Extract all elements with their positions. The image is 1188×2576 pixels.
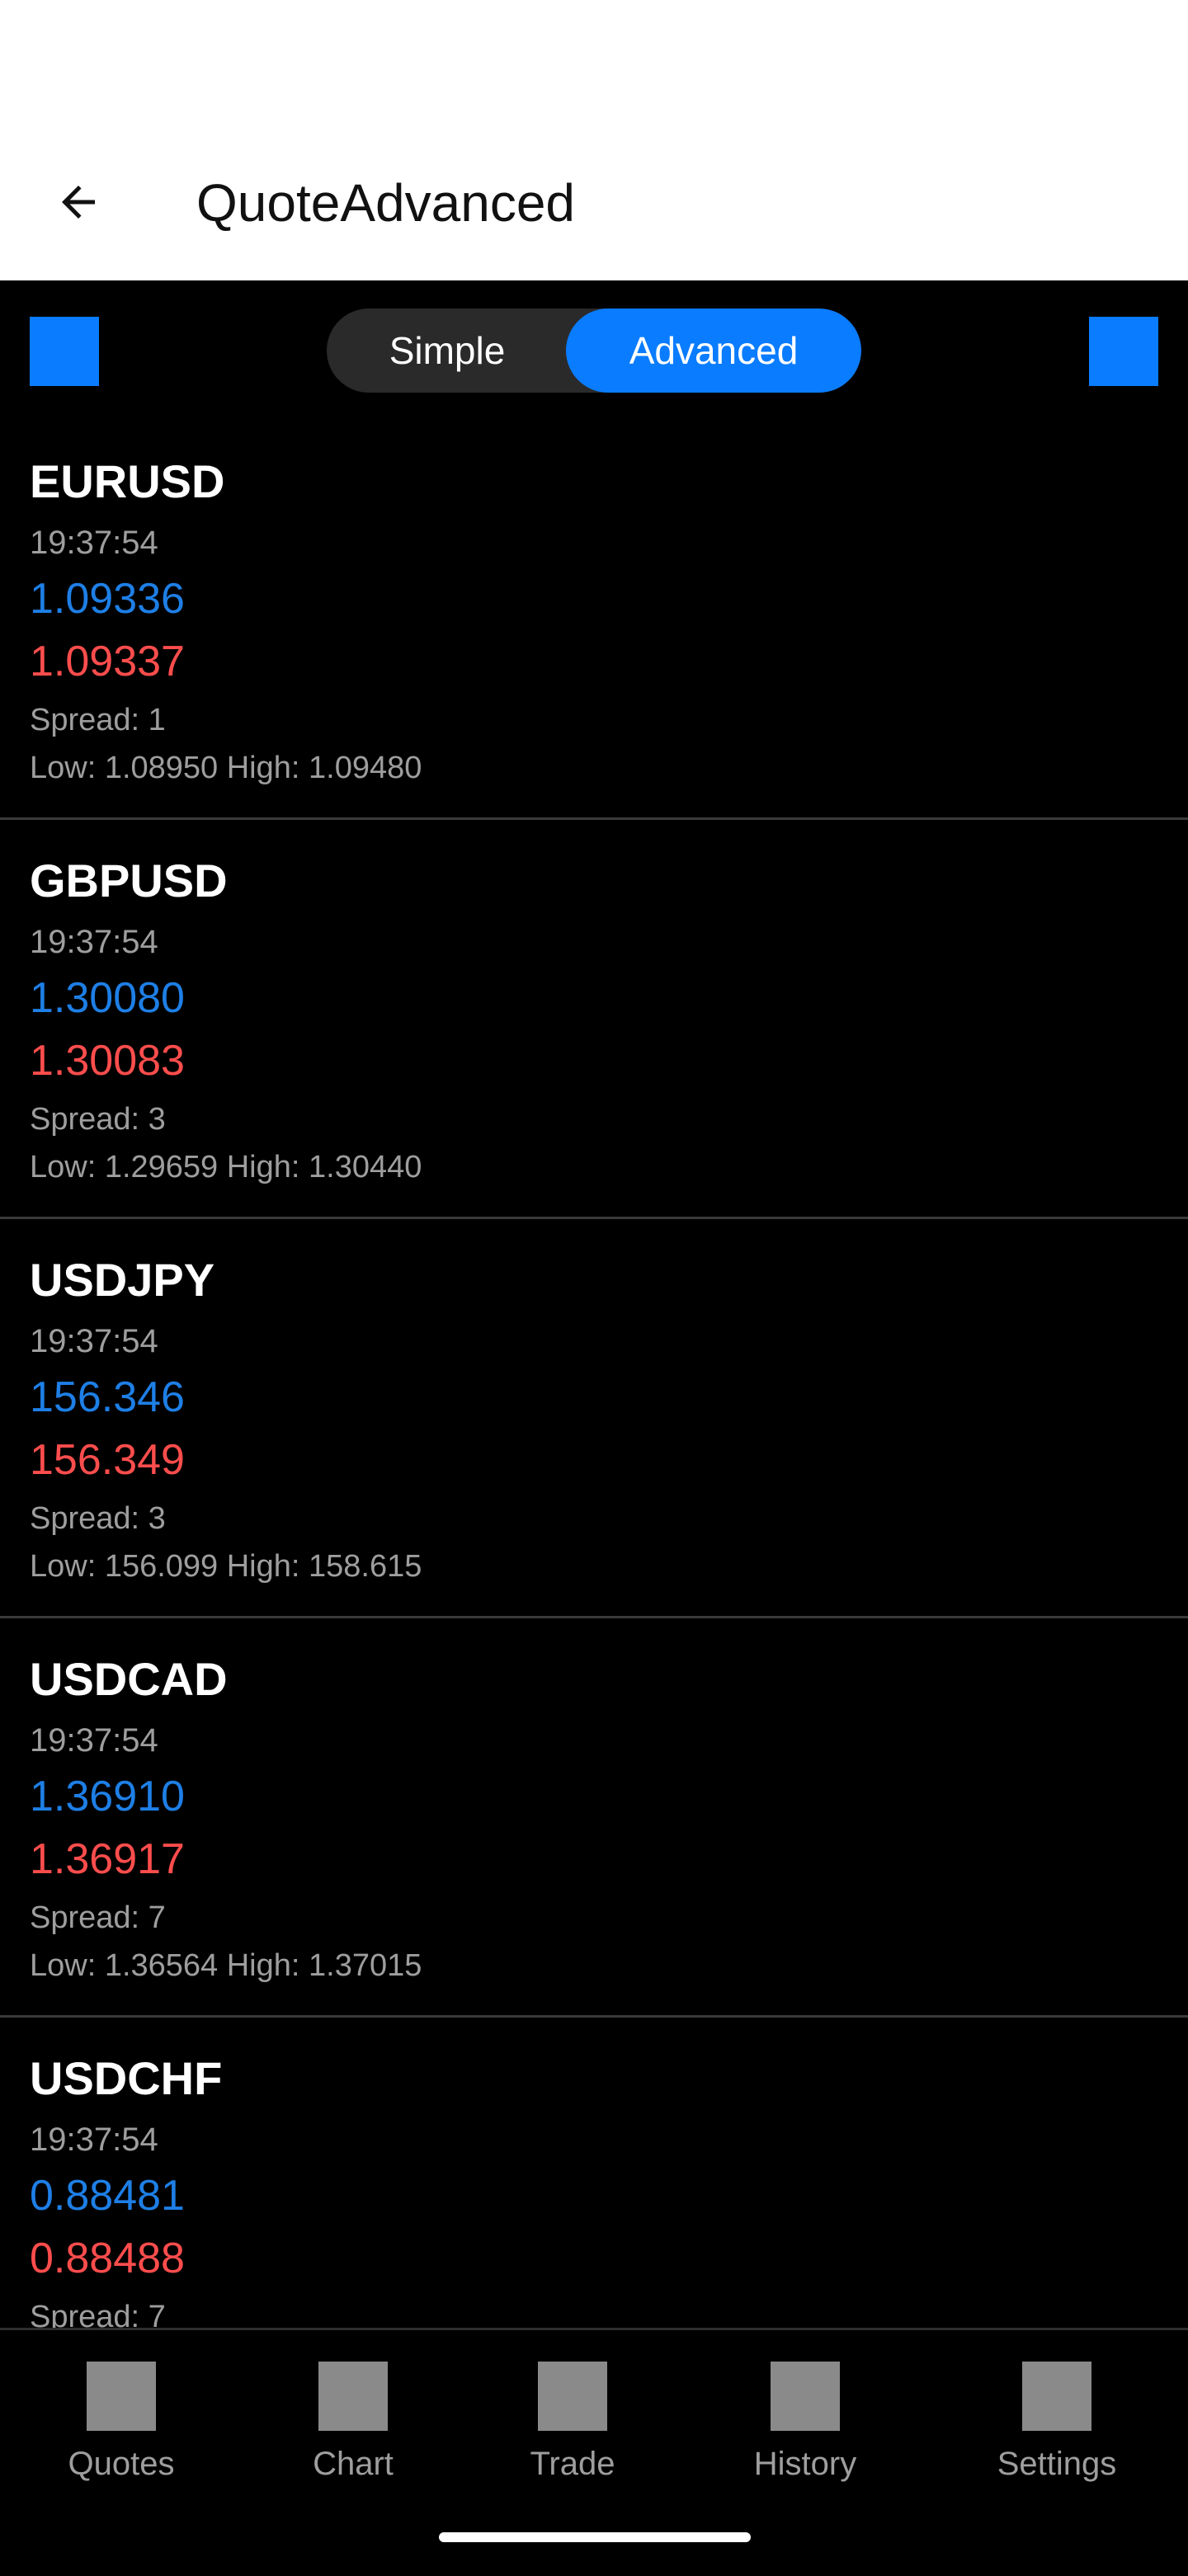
trade-icon <box>538 2362 607 2431</box>
nav-item-quotes[interactable]: Quotes <box>39 2362 204 2502</box>
quote-symbol: GBPUSD <box>30 855 228 907</box>
quote-bid: 1.09336 <box>30 575 185 623</box>
quote-bid: 1.36910 <box>30 1773 185 1820</box>
quote-row[interactable]: USDJPY 19:37:54 156.346 156.349 Spread: … <box>0 1219 1188 1618</box>
segment-advanced[interactable]: Advanced <box>566 308 861 393</box>
quote-range: Low: 1.36564 High: 1.37015 <box>30 1948 422 1983</box>
quote-ask: 1.30083 <box>30 1037 185 1085</box>
quote-row[interactable]: EURUSD 19:37:54 1.09336 1.09337 Spread: … <box>0 421 1188 820</box>
nav-label: Trade <box>530 2446 615 2482</box>
quote-range: Low: 156.099 High: 158.615 <box>30 1549 422 1584</box>
quote-spread: Spread: 7 <box>30 1900 166 1935</box>
nav-label: Quotes <box>68 2446 175 2482</box>
blue-square-icon[interactable] <box>1089 317 1158 386</box>
quote-bid: 156.346 <box>30 1373 185 1421</box>
quote-time: 19:37:54 <box>30 525 158 561</box>
chart-icon <box>318 2362 388 2431</box>
quote-symbol: USDCHF <box>30 2052 223 2104</box>
quote-row[interactable]: GBPUSD 19:37:54 1.30080 1.30083 Spread: … <box>0 820 1188 1219</box>
arrow-left-icon <box>62 186 95 219</box>
nav-item-history[interactable]: History <box>723 2362 888 2502</box>
quote-spread: Spread: 3 <box>30 1102 166 1137</box>
nav-label: Chart <box>313 2446 394 2482</box>
view-mode-toggle: Simple Advanced <box>327 308 861 393</box>
quote-list: EURUSD 19:37:54 1.09336 1.09337 Spread: … <box>0 421 1188 2328</box>
quote-ask: 1.36917 <box>30 1835 185 1883</box>
quotes-icon <box>87 2362 156 2431</box>
quote-bid: 1.30080 <box>30 974 185 1022</box>
quote-time: 19:37:54 <box>30 1323 158 1359</box>
home-indicator <box>439 2532 751 2542</box>
quote-spread: Spread: 7 <box>30 2300 166 2328</box>
quote-symbol: USDJPY <box>30 1254 215 1306</box>
page-title: QuoteAdvanced <box>196 173 575 233</box>
nav-label: History <box>753 2446 857 2482</box>
quote-ask: 1.09337 <box>30 638 185 685</box>
nav-item-chart[interactable]: Chart <box>271 2362 436 2502</box>
history-icon <box>771 2362 840 2431</box>
quote-symbol: USDCAD <box>30 1653 228 1705</box>
quote-time: 19:37:54 <box>30 1722 158 1759</box>
app-bar: QuoteAdvanced <box>0 0 1188 280</box>
segment-simple[interactable]: Simple <box>327 308 568 393</box>
quote-ask: 156.349 <box>30 1436 185 1484</box>
quote-range: Low: 1.29659 High: 1.30440 <box>30 1150 422 1184</box>
settings-icon <box>1022 2362 1091 2431</box>
nav-item-settings[interactable]: Settings <box>974 2362 1139 2502</box>
quote-symbol: EURUSD <box>30 455 225 507</box>
quote-ask: 0.88488 <box>30 2235 185 2282</box>
nav-label: Settings <box>997 2446 1117 2482</box>
quote-bid: 0.88481 <box>30 2172 185 2220</box>
quote-spread: Spread: 1 <box>30 703 166 737</box>
quote-spread: Spread: 3 <box>30 1501 166 1536</box>
quote-row[interactable]: USDCHF 19:37:54 0.88481 0.88488 Spread: … <box>0 2018 1188 2328</box>
blue-square-icon[interactable] <box>30 317 99 386</box>
quote-range: Low: 1.08950 High: 1.09480 <box>30 751 422 785</box>
quote-time: 19:37:54 <box>30 2122 158 2158</box>
back-button[interactable] <box>33 157 124 247</box>
quote-time: 19:37:54 <box>30 924 158 960</box>
nav-item-trade[interactable]: Trade <box>490 2362 655 2502</box>
quote-row[interactable]: USDCAD 19:37:54 1.36910 1.36917 Spread: … <box>0 1618 1188 2018</box>
